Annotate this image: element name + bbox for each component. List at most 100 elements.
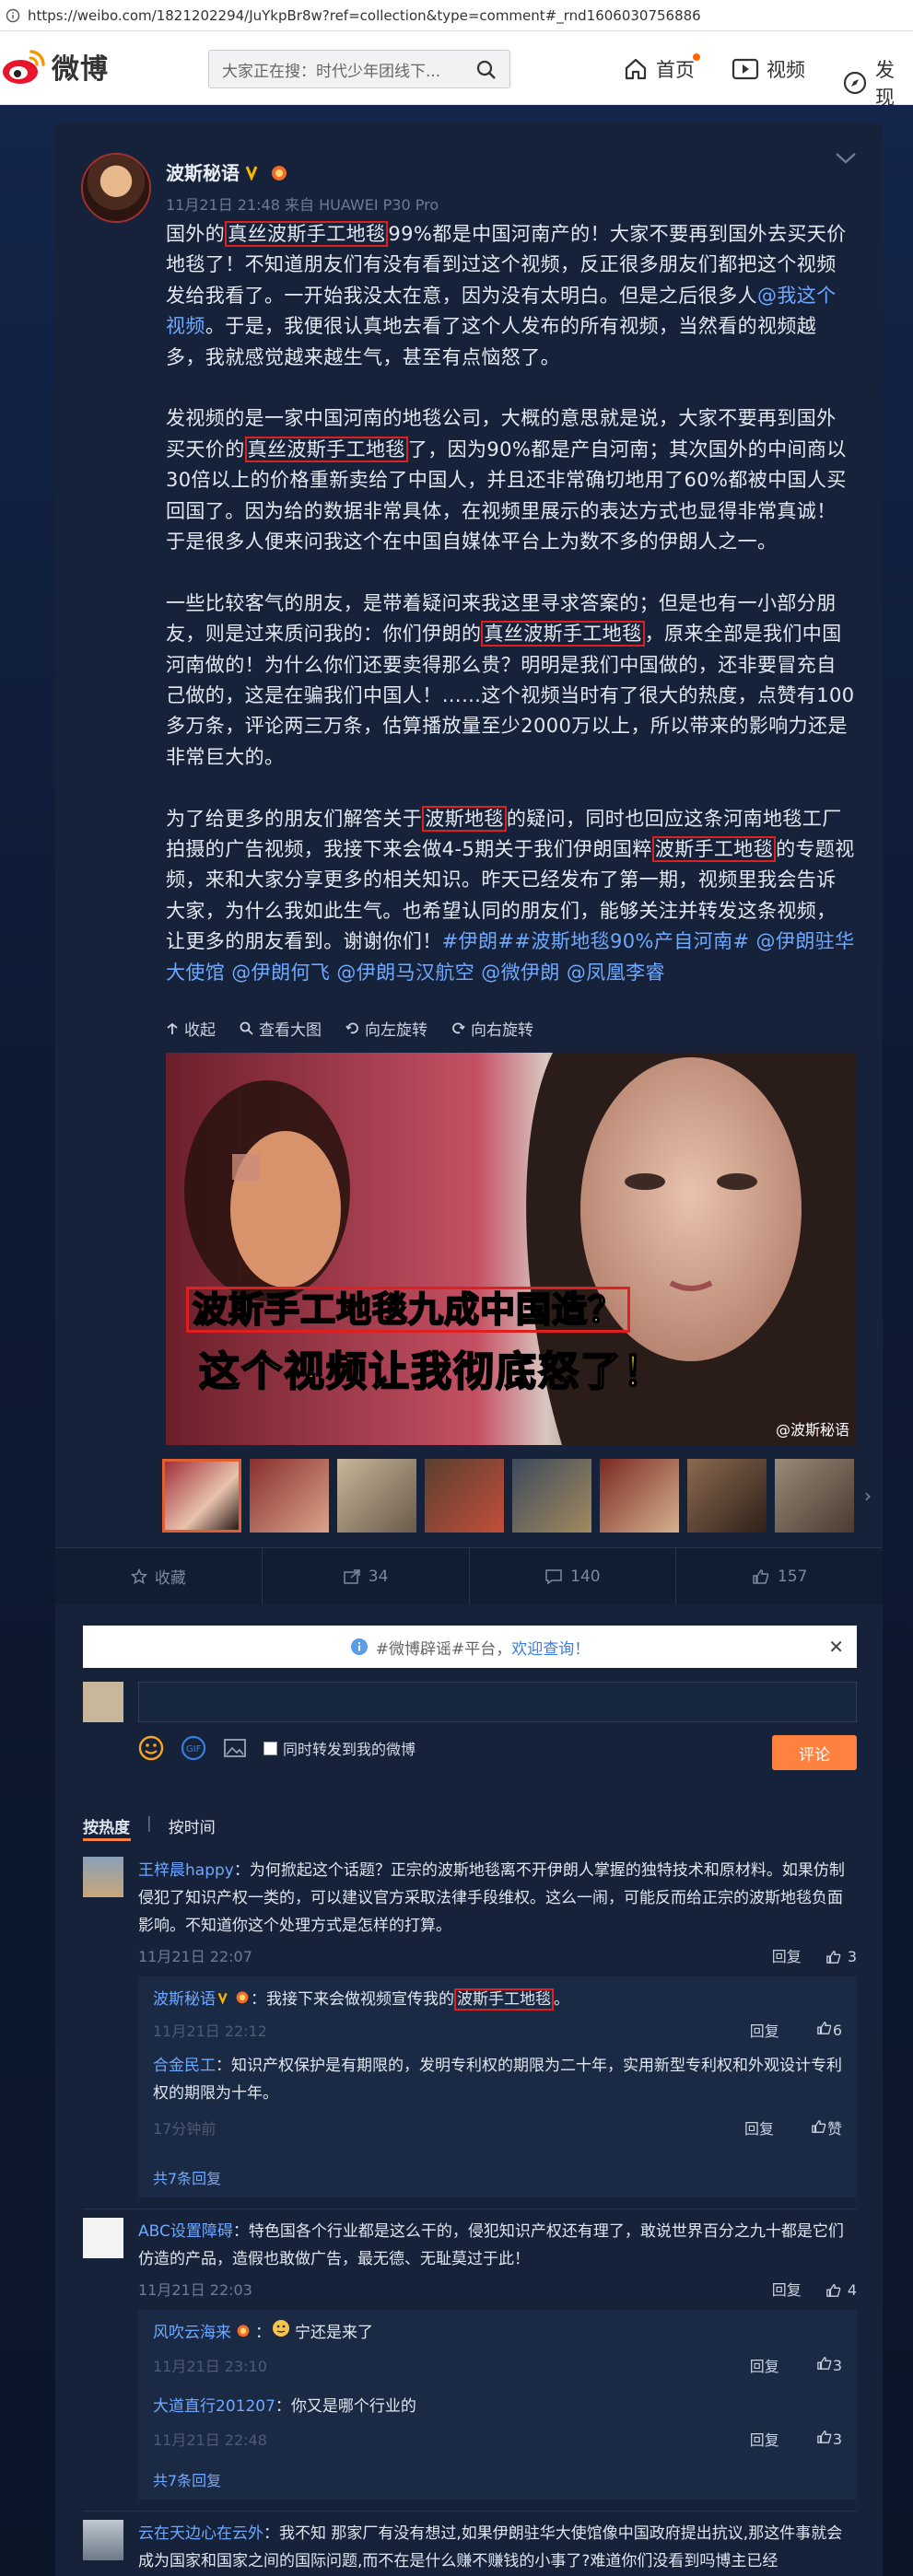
sort-by-time[interactable]: 按时间 — [169, 1814, 216, 1837]
reply-button[interactable]: 回复 — [750, 2428, 779, 2450]
collapse-icon — [167, 1022, 178, 1034]
comment-body: 云在天边心在云外：我不知 那家厂有没有想过,如果伊朗驻华大使馆像中国政府提出抗议… — [138, 2520, 857, 2575]
image-caption-1: 波斯手工地毯九成中国造？ — [186, 1281, 631, 1333]
reply-author[interactable]: 大道直行201207 — [153, 2397, 275, 2416]
author-avatar[interactable] — [81, 153, 151, 223]
like-button[interactable]: 157 — [676, 1548, 883, 1604]
thumbnail-5[interactable] — [512, 1459, 591, 1533]
thumbnail-8[interactable] — [775, 1459, 854, 1533]
composer-tools: GIF 同时转发到我的微博 — [138, 1735, 416, 1761]
repost-button[interactable]: 34 — [263, 1548, 470, 1604]
collapse-button[interactable]: 收起 — [166, 1017, 216, 1040]
view-large-button[interactable]: 查看大图 — [240, 1017, 322, 1040]
thumbnail-next-icon[interactable]: › — [864, 1485, 872, 1507]
submit-comment-button[interactable]: 评论 — [772, 1735, 857, 1770]
reply-like-button[interactable]: 6 — [816, 2021, 842, 2039]
reply-like-button[interactable]: 3 — [816, 2356, 842, 2374]
comment-button[interactable]: 140 — [470, 1548, 677, 1604]
author-name[interactable]: 波斯秘语 — [166, 158, 240, 185]
reply-ops: 回复 3 — [750, 2428, 842, 2450]
notice-link[interactable]: 欢迎查询！ — [511, 1636, 590, 1659]
thumbnail-7[interactable] — [687, 1459, 767, 1533]
comment-like-button[interactable]: 3 — [825, 1943, 857, 1971]
commenter-name[interactable]: ABC设置障碍 — [138, 2222, 233, 2241]
url-bar[interactable]: https://weibo.com/1821202294/JuYkpBr8w?r… — [0, 0, 913, 31]
comment-item: ABC设置障碍：特色国各个行业都是这么干的，侵犯知识产权还有理了，敢说世界百分之… — [83, 2218, 857, 2282]
nav-discover-label: 发现 — [875, 59, 895, 109]
search-input[interactable]: 大家正在搜：时代少年团线下... — [208, 50, 510, 88]
reply-button[interactable]: 回复 — [772, 1943, 802, 1971]
reply-ops: 回复 6 — [750, 2019, 842, 2041]
nav-home[interactable]: 首页 — [623, 55, 695, 83]
video-icon — [732, 58, 759, 80]
highlighted-keyword: 波斯手工地毯 — [454, 1988, 554, 2011]
weibo-logo[interactable]: 微博 — [0, 46, 109, 87]
commenter-name[interactable]: 王梓晨happy — [138, 1861, 234, 1880]
more-replies-link[interactable]: 共7条回复 — [153, 2468, 221, 2490]
reply-author[interactable]: 风吹云海来 — [153, 2324, 231, 2342]
sort-by-hot[interactable]: 按热度 — [83, 1814, 130, 1837]
reply-time: 11月21日 22:48 — [153, 2431, 267, 2449]
member-badge-icon — [272, 165, 287, 181]
reply-ops: 回复 3 — [750, 2354, 842, 2376]
current-user-avatar — [83, 1682, 123, 1722]
image-watermark: @波斯秘语 — [775, 1421, 849, 1439]
reply-button[interactable]: 回复 — [744, 2116, 774, 2139]
checkbox-box[interactable] — [263, 1741, 277, 1755]
more-replies-link[interactable]: 共7条回复 — [153, 2166, 221, 2188]
reply-text: ：你又是哪个行业的 — [275, 2397, 416, 2416]
rotate-left-button[interactable]: 向左旋转 — [345, 1017, 427, 1040]
post-action-bar: 收藏 34 140 157 — [55, 1547, 883, 1604]
search-icon[interactable] — [476, 60, 497, 80]
compass-icon — [843, 71, 867, 95]
chevron-down-icon[interactable] — [834, 151, 858, 166]
reply-author[interactable]: 波斯秘语 — [153, 1990, 216, 2009]
repost-icon — [344, 1568, 360, 1584]
rotate-right-button[interactable]: 向右旋转 — [451, 1017, 533, 1040]
commenter-avatar[interactable] — [83, 2520, 123, 2560]
emoji-icon[interactable] — [138, 1735, 164, 1761]
reply-thread: 风吹云海来：宁还是来了 11月21日 23:10 回复 3 大道直行201207：… — [138, 2310, 857, 2500]
commenter-name[interactable]: 云在天边心在云外 — [138, 2524, 263, 2543]
reply-button[interactable]: 回复 — [772, 2277, 802, 2304]
thumbnail-4[interactable] — [425, 1459, 504, 1533]
repost-checkbox[interactable]: 同时转发到我的微博 — [263, 1737, 416, 1759]
nav-video[interactable]: 视频 — [732, 55, 805, 83]
view-large-label: 查看大图 — [259, 1021, 322, 1040]
gif-icon[interactable]: GIF — [181, 1735, 206, 1761]
commenter-avatar[interactable] — [83, 1857, 123, 1897]
reply-text-end: 。 — [554, 1990, 569, 2009]
reply-like-button[interactable]: 赞 — [811, 2116, 842, 2139]
nav-discover[interactable]: 发现 — [842, 55, 913, 111]
verified-badge-icon — [245, 165, 258, 181]
reply-button[interactable]: 回复 — [750, 2354, 779, 2376]
reply-time: 11月21日 23:10 — [153, 2358, 267, 2375]
comment-count: 140 — [570, 1567, 601, 1586]
member-badge-icon — [237, 2325, 250, 2337]
weibo-logo-icon — [3, 50, 45, 84]
comment-footer: 11月21日 22:03 回复 4 — [83, 2277, 857, 2304]
comment-like-count: 3 — [847, 1948, 857, 1965]
comment-like-button[interactable]: 4 — [825, 2277, 857, 2304]
thumbnail-1[interactable] — [162, 1459, 241, 1533]
image-upload-icon[interactable] — [223, 1737, 247, 1759]
post-image[interactable]: 波斯手工地毯九成中国造？ 这个视频让我彻底怒了！ @波斯秘语 — [166, 1053, 857, 1445]
favorite-button[interactable]: 收藏 — [55, 1548, 263, 1604]
close-icon[interactable]: ✕ — [828, 1636, 844, 1658]
thumbnail-3[interactable] — [337, 1459, 416, 1533]
thumbnail-2[interactable] — [250, 1459, 329, 1533]
nav-video-label: 视频 — [767, 59, 805, 81]
reply-like-button[interactable]: 3 — [816, 2430, 842, 2448]
reply-like-count: 3 — [832, 2430, 842, 2448]
comment-icon — [545, 1568, 562, 1584]
post-meta: 11月21日 21:48 来自 HUAWEI P30 Pro — [166, 196, 439, 214]
author-name-row: 波斯秘语 — [166, 158, 289, 185]
thumbnail-6[interactable] — [600, 1459, 679, 1533]
thumbs-up-icon — [753, 1568, 769, 1584]
reply-author[interactable]: 合金民工 — [153, 2057, 216, 2075]
page-info-icon[interactable] — [6, 8, 20, 23]
commenter-avatar[interactable] — [83, 2218, 123, 2258]
comment-input[interactable] — [138, 1682, 857, 1722]
comment-item: 云在天边心在云外：我不知 那家厂有没有想过,如果伊朗驻华大使馆像中国政府提出抗议… — [83, 2520, 857, 2576]
reply-button[interactable]: 回复 — [750, 2019, 779, 2041]
